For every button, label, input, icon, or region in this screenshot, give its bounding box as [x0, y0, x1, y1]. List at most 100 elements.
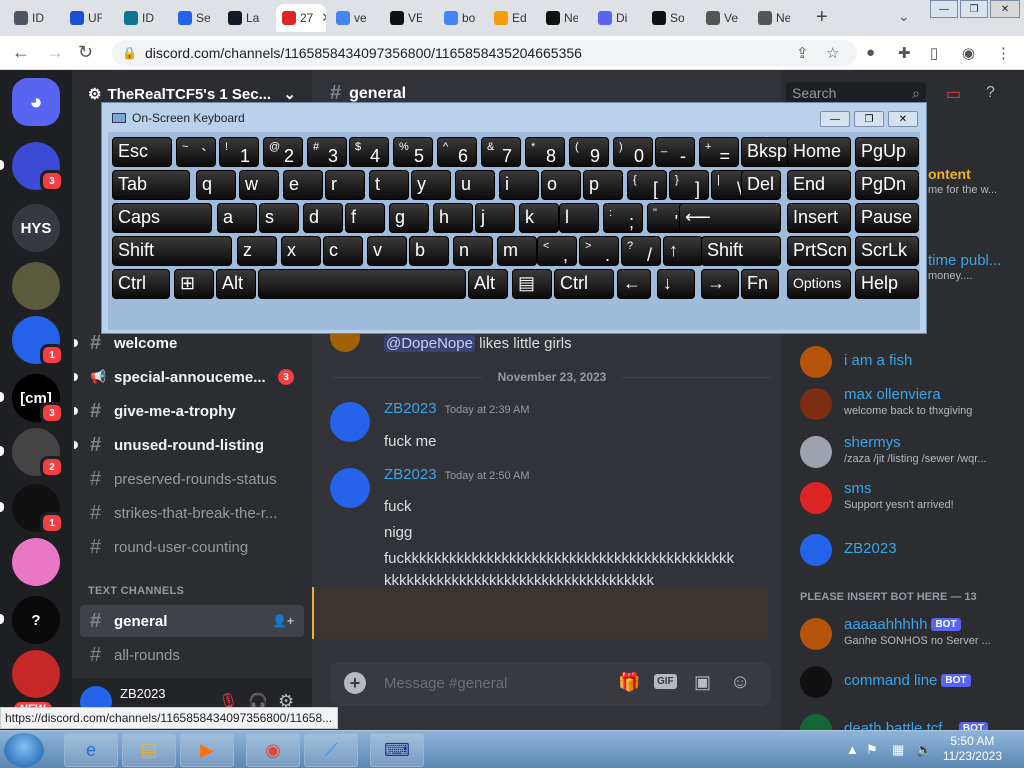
osk-key[interactable]: r	[325, 170, 365, 200]
osk-key[interactable]: @2	[263, 137, 303, 167]
server-icon[interactable]	[12, 650, 60, 698]
member-item[interactable]: shermys/zaza /jit /listing /sewer /wqr..…	[800, 434, 1020, 476]
osk-key[interactable]: o	[541, 170, 581, 200]
osk-key[interactable]: Alt	[216, 269, 256, 299]
gift-icon[interactable]: 🎁	[618, 672, 640, 693]
author-name[interactable]: ZB2023	[384, 466, 437, 483]
start-button[interactable]	[4, 733, 44, 767]
osk-key[interactable]: % 5	[393, 137, 433, 167]
member-item[interactable]: i am a fish	[800, 344, 1020, 386]
osk-key[interactable]: j	[475, 203, 515, 233]
osk-key[interactable]: k	[519, 203, 559, 233]
server-icon[interactable]: 1	[12, 316, 64, 366]
browser-tab[interactable]: So	[646, 4, 684, 32]
osk-key[interactable]: c	[323, 236, 363, 266]
author-name[interactable]: ZB2023	[384, 400, 437, 417]
osk-key[interactable]: Home	[787, 137, 851, 167]
server-icon[interactable]	[12, 538, 60, 586]
user-mention[interactable]: @DopeNope	[384, 335, 475, 352]
osk-key[interactable]: v	[367, 236, 407, 266]
app-icon[interactable]: ⟋	[304, 733, 358, 767]
osk-key[interactable]: Alt	[468, 269, 508, 299]
osk-key[interactable]: ⟵	[679, 203, 781, 233]
osk-maximize-button[interactable]: ❐	[854, 111, 884, 127]
server-icon[interactable]: 1	[0, 484, 64, 534]
channel-all-rounds[interactable]: # all-rounds	[80, 639, 304, 671]
browser-tab[interactable]: ve	[330, 4, 368, 32]
osk-key[interactable]: ~ `	[176, 137, 216, 167]
member-item[interactable]: sms Support yesn't arrived!	[800, 480, 1020, 522]
osk-key[interactable]: Esc	[112, 137, 172, 167]
osk-key[interactable]: * 8	[525, 137, 565, 167]
member-item[interactable]: aaaaahhhhh BOT Ganhe SONHOS no Server ...	[800, 616, 1020, 658]
osk-key[interactable]: }]	[669, 170, 709, 200]
osk-key[interactable]: s	[259, 203, 299, 233]
osk-key[interactable]: i	[499, 170, 539, 200]
browser-tab[interactable]: 27 ✕	[276, 4, 326, 32]
network-icon[interactable]: ▦	[892, 742, 904, 758]
osk-key[interactable]: ▤	[512, 269, 552, 299]
channel-round-user-counting[interactable]: # round-user-counting	[80, 531, 304, 563]
osk-key[interactable]: Pause	[855, 203, 919, 233]
osk-key[interactable]: ! 1	[219, 137, 259, 167]
osk-key[interactable]: + =	[699, 137, 739, 167]
minimize-button[interactable]: —	[930, 0, 958, 18]
osk-key[interactable]: p	[583, 170, 623, 200]
browser-tab[interactable]: Ed	[488, 4, 526, 32]
osk-key[interactable]: h	[433, 203, 473, 233]
osk-key[interactable]: q	[196, 170, 236, 200]
osk-key[interactable]: w	[239, 170, 279, 200]
osk-key[interactable]: <,	[537, 236, 577, 266]
osk-minimize-button[interactable]: —	[820, 111, 850, 127]
action-center-icon[interactable]: ⚑	[866, 742, 878, 758]
osk-key[interactable]: Ctrl	[112, 269, 170, 299]
invite-user-icon[interactable]: 👤+	[272, 614, 294, 628]
browser-menu-icon[interactable]: ⋮	[996, 44, 1011, 62]
channel-preserved-rounds-status[interactable]: # preserved-rounds-status	[80, 463, 304, 495]
osk-key[interactable]: y	[411, 170, 451, 200]
server-icon[interactable]: [cm] 3	[0, 374, 64, 424]
osk-key[interactable]: ? /	[621, 236, 661, 266]
side-panel-icon[interactable]: ▯	[930, 44, 938, 62]
channel-general[interactable]: # general 👤+	[80, 605, 304, 637]
osk-key[interactable]	[258, 269, 466, 299]
cookie-extension-icon[interactable]: ●	[866, 44, 875, 61]
osk-key[interactable]: z	[237, 236, 277, 266]
osk-close-button[interactable]: ✕	[888, 111, 918, 127]
osk-key[interactable]: ←	[617, 269, 651, 299]
browser-tab[interactable]: La	[222, 4, 260, 32]
message-avatar[interactable]	[330, 468, 370, 508]
osk-key[interactable]: Options	[787, 269, 851, 299]
browser-tab[interactable]: ID	[8, 4, 46, 32]
server-icon[interactable]: 3	[0, 142, 64, 192]
server-icon[interactable]: HYS	[12, 204, 60, 252]
osk-key[interactable]: Fn	[741, 269, 779, 299]
profile-avatar-icon[interactable]: ◉	[962, 44, 975, 62]
server-icon[interactable]: ?	[0, 596, 60, 644]
channel-give-me-a-trophy[interactable]: # give-me-a-trophy	[74, 395, 304, 427]
browser-tab[interactable]: Di	[592, 4, 630, 32]
add-attachment-icon[interactable]: +	[344, 672, 366, 694]
server-icon[interactable]	[12, 262, 60, 310]
server-icon[interactable]: ◕	[12, 78, 60, 126]
osk-key[interactable]: ScrLk	[855, 236, 919, 266]
message-input[interactable]: Message #general	[384, 675, 507, 692]
channel-strikes-that-break-the-r[interactable]: # strikes-that-break-the-r...	[80, 497, 304, 529]
reload-icon[interactable]: ↻	[78, 42, 93, 63]
maximize-button[interactable]: ❐	[960, 0, 988, 18]
osk-key[interactable]: {[	[627, 170, 667, 200]
browser-tab[interactable]: UF	[64, 4, 102, 32]
media-player-icon[interactable]: ▶	[180, 733, 234, 767]
osk-key[interactable]: PrtScn	[787, 236, 851, 266]
osk-key[interactable]: ↑	[663, 236, 703, 266]
osk-key[interactable]: #3	[307, 137, 347, 167]
osk-key[interactable]: n	[453, 236, 493, 266]
forward-arrow-icon[interactable]: →	[46, 42, 64, 63]
sticker-icon[interactable]: ▣	[694, 672, 711, 693]
osk-key[interactable]: →	[701, 269, 739, 299]
back-arrow-icon[interactable]: ←	[12, 42, 30, 63]
browser-tab[interactable]: VE	[384, 4, 422, 32]
osk-key[interactable]: a	[217, 203, 257, 233]
osk-key[interactable]: Ctrl	[554, 269, 614, 299]
osk-key[interactable]: e	[283, 170, 323, 200]
